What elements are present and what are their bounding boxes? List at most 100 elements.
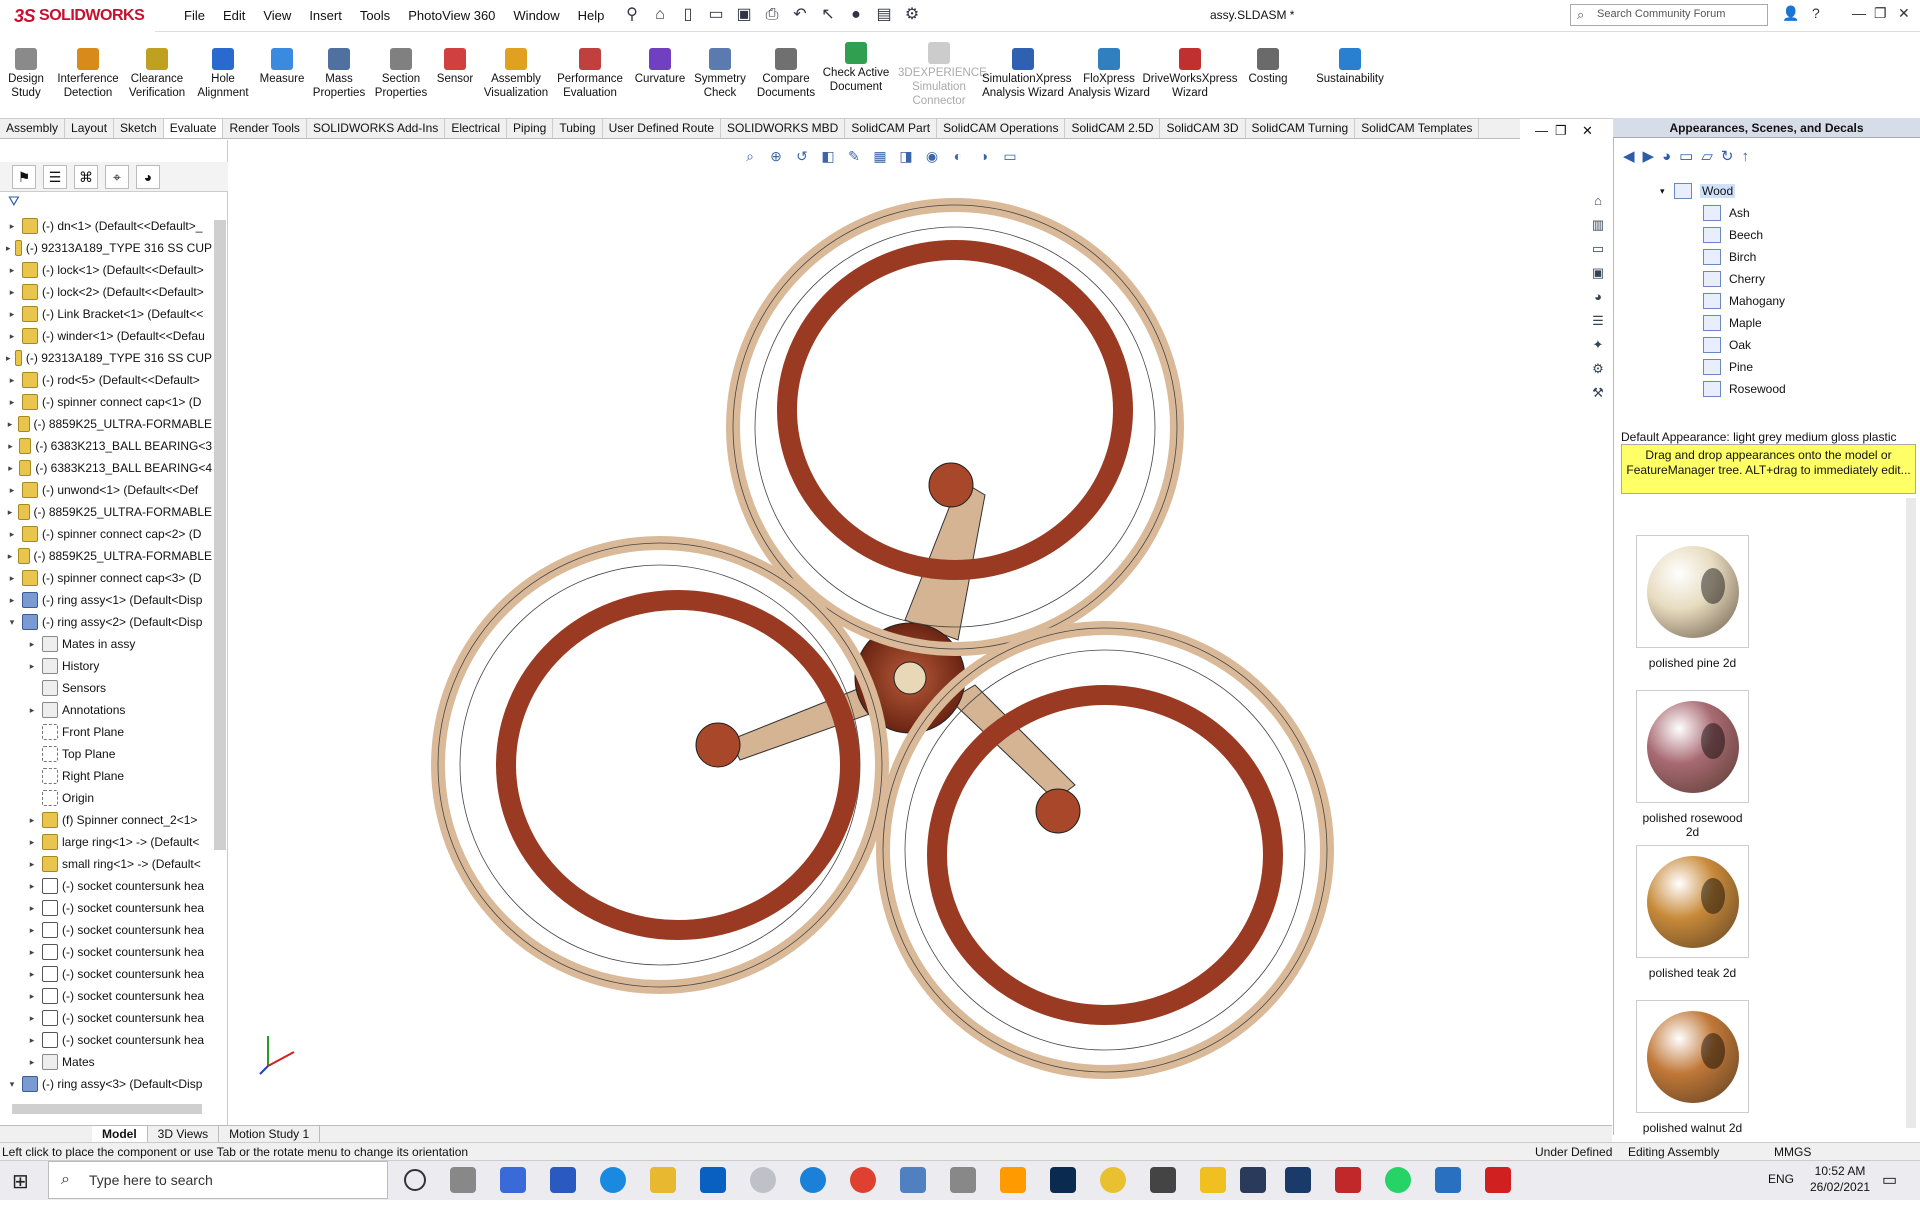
tree-item[interactable]: ▸ (-) 6383K213_BALL BEARING<3	[0, 435, 212, 457]
expand-icon[interactable]: ▸	[6, 353, 11, 364]
expand-icon[interactable]: ▸	[26, 991, 38, 1002]
solidcam-icon[interactable]: ⚙	[1587, 361, 1609, 383]
tree-item[interactable]: ▸ (-) rod<5> (Default<<Default>	[0, 369, 212, 391]
appearances-icon[interactable]: ◕	[1587, 289, 1609, 311]
app-icon[interactable]	[1435, 1167, 1461, 1193]
model-view[interactable]	[229, 140, 1612, 1125]
edge-icon[interactable]	[600, 1167, 626, 1193]
refresh-icon[interactable]: ↻	[1721, 147, 1734, 165]
expand-icon[interactable]: ▸	[6, 397, 18, 408]
expand-icon[interactable]: ▸	[26, 947, 38, 958]
tab-layout[interactable]: Layout	[65, 119, 115, 138]
save-icon[interactable]: ▣	[732, 4, 756, 26]
measure-button[interactable]: Measure	[256, 32, 308, 118]
tree-item[interactable]: ▸ (-) 8859K25_ULTRA-FORMABLE	[0, 413, 212, 435]
solidcam-tools-icon[interactable]: ⚒	[1587, 385, 1609, 407]
tree-item[interactable]: ▸ (-) unwond<1> (Default<<Def	[0, 479, 212, 501]
tab-solidworks-add-ins[interactable]: SOLIDWORKS Add-Ins	[307, 119, 446, 138]
tab-solidcam-templates[interactable]: SolidCAM Templates	[1355, 119, 1480, 138]
viewport-minimize-icon[interactable]: —	[1535, 123, 1548, 138]
tree-horizontal-scrollbar[interactable]	[12, 1104, 202, 1114]
expand-icon[interactable]: ▸	[6, 529, 18, 540]
app-icon[interactable]	[950, 1167, 976, 1193]
app-icon[interactable]	[1240, 1167, 1266, 1193]
appearance-swatch[interactable]: polished pine 2d	[1636, 535, 1749, 670]
tree-item[interactable]: ▸ (-) socket countersunk hea	[0, 1029, 212, 1051]
tab-solidcam-operations[interactable]: SolidCAM Operations	[937, 119, 1066, 138]
expand-icon[interactable]: ▾	[6, 617, 18, 628]
tree-item[interactable]: Right Plane	[0, 765, 212, 787]
expand-icon[interactable]: ▸	[26, 837, 38, 848]
home-icon[interactable]: ⌂	[648, 4, 672, 26]
expand-icon[interactable]: ▸	[6, 507, 14, 518]
tree-item[interactable]: ▸ (-) ring assy<1> (Default<Disp	[0, 589, 212, 611]
tree-item[interactable]: ▸ (-) socket countersunk hea	[0, 875, 212, 897]
user-icon[interactable]: 👤	[1782, 5, 1799, 22]
expand-icon[interactable]: ▸	[26, 903, 38, 914]
notifications-icon[interactable]: ▭	[1882, 1170, 1897, 1190]
expand-icon[interactable]: ▸	[6, 463, 15, 474]
rebuild-icon[interactable]: ●	[844, 4, 868, 26]
app-icon[interactable]	[750, 1167, 776, 1193]
chevron-down-icon[interactable]: ▾	[1660, 186, 1674, 197]
zoom-to-fit-icon[interactable]: ⌕	[740, 148, 760, 166]
view-palette-icon[interactable]: ▣	[1587, 265, 1609, 287]
tab-user-defined-route[interactable]: User Defined Route	[603, 119, 721, 138]
expand-icon[interactable]: ▸	[6, 265, 18, 276]
design-library-icon[interactable]: ▥	[1587, 217, 1609, 239]
file-explorer-icon[interactable]: ▭	[1587, 241, 1609, 263]
feature-tree-tab-icon[interactable]: ⚑	[12, 164, 36, 189]
print-icon[interactable]: ⎙	[760, 4, 784, 26]
steam-icon[interactable]	[1285, 1167, 1311, 1193]
menu-insert[interactable]: Insert	[300, 6, 351, 25]
app-icon[interactable]	[1100, 1167, 1126, 1193]
mail-icon[interactable]	[700, 1167, 726, 1193]
options-icon[interactable]: ⚙	[900, 4, 924, 26]
viewport-close-icon[interactable]: ✕	[1582, 123, 1593, 139]
appearance-folder-mahogany[interactable]: Mahogany	[1703, 290, 1786, 312]
expand-icon[interactable]: ▸	[26, 969, 38, 980]
undo-icon[interactable]: ↶	[788, 4, 812, 26]
appearance-swatch[interactable]: polished teak 2d	[1636, 845, 1749, 980]
tree-item[interactable]: ▸ (-) lock<2> (Default<<Default>	[0, 281, 212, 303]
tree-item[interactable]: Origin	[0, 787, 212, 809]
calculator-icon[interactable]	[500, 1167, 526, 1193]
filter-icon[interactable]: ⛛	[8, 193, 20, 210]
tree-item[interactable]: ▸ (-) socket countersunk hea	[0, 1007, 212, 1029]
assembly-visualization-button[interactable]: Assembly Visualization	[478, 32, 554, 118]
expand-icon[interactable]: ▸	[6, 243, 11, 254]
menu-edit[interactable]: Edit	[214, 6, 254, 25]
tab-evaluate[interactable]: Evaluate	[163, 119, 224, 138]
tree-item[interactable]: ▸ (-) spinner connect cap<1> (D	[0, 391, 212, 413]
tree-item[interactable]: ▸ (-) spinner connect cap<3> (D	[0, 567, 212, 589]
tree-item[interactable]: ▸ (-) socket countersunk hea	[0, 897, 212, 919]
dynamic-annotation-icon[interactable]: ✎	[844, 148, 864, 166]
property-manager-tab-icon[interactable]: ☰	[43, 164, 67, 189]
expand-icon[interactable]: ▸	[26, 639, 38, 650]
expand-icon[interactable]: ▸	[6, 221, 18, 232]
simulationxpress-button[interactable]: SimulationXpress Analysis Wizard	[982, 32, 1071, 118]
new-document-icon[interactable]: ▯	[676, 4, 700, 26]
file-properties-icon[interactable]: ▤	[872, 4, 896, 26]
costing-button[interactable]: Costing	[1240, 32, 1296, 118]
expand-icon[interactable]: ▸	[26, 705, 38, 716]
task-view-icon[interactable]	[450, 1167, 476, 1193]
expand-icon[interactable]: ▸	[26, 1035, 38, 1046]
view-orientation-icon[interactable]: ▦	[870, 148, 890, 166]
custom-properties-icon[interactable]: ☰	[1587, 313, 1609, 335]
tree-item[interactable]: ▸ (-) socket countersunk hea	[0, 985, 212, 1007]
photoshop-icon[interactable]	[1050, 1167, 1076, 1193]
tab-assembly[interactable]: Assembly	[0, 119, 66, 138]
menu-tools[interactable]: Tools	[351, 6, 399, 25]
appearance-folder-beech[interactable]: Beech	[1703, 224, 1786, 246]
menu-window[interactable]: Window	[504, 6, 568, 25]
compare-documents-button[interactable]: Compare Documents	[756, 32, 816, 118]
tab-sketch[interactable]: Sketch	[114, 119, 164, 138]
tree-scrollbar[interactable]	[214, 220, 226, 850]
cortana-icon[interactable]	[404, 1169, 426, 1191]
tree-item[interactable]: ▸ (-) Link Bracket<1> (Default<<	[0, 303, 212, 325]
file-explorer-icon[interactable]	[650, 1167, 676, 1193]
open-icon[interactable]: ▭	[704, 4, 728, 26]
zoom-to-area-icon[interactable]: ⊕	[766, 148, 786, 166]
expand-icon[interactable]: ▸	[6, 551, 14, 562]
